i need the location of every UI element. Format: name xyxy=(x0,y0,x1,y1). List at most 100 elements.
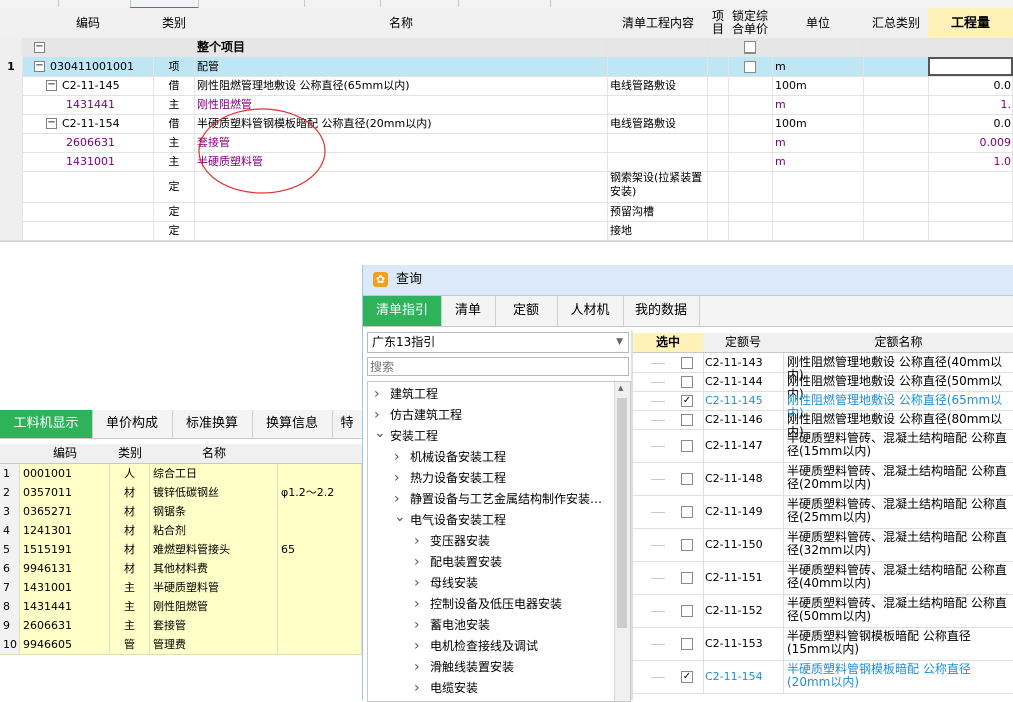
tree-item[interactable]: › 静置设备与工艺金属结构制作安装… xyxy=(394,489,602,510)
grid-row[interactable]: 定 接地 xyxy=(0,221,1013,241)
scrollbar-thumb[interactable] xyxy=(617,398,627,628)
row-lock[interactable] xyxy=(728,152,773,171)
grid-row[interactable]: 1431441 主刚性阻燃管 m 1. xyxy=(0,95,1013,115)
row-quantity[interactable]: 1. xyxy=(928,95,1013,114)
tab-bill[interactable]: 清单 xyxy=(441,296,496,326)
row-lock[interactable] xyxy=(728,57,773,76)
top-tab-4[interactable] xyxy=(236,0,305,7)
tab-labor-material[interactable]: 人材机 xyxy=(557,296,624,326)
chevron-right-icon[interactable]: › xyxy=(414,615,430,636)
row-name[interactable] xyxy=(194,221,608,240)
lock-checkbox[interactable] xyxy=(744,61,756,73)
row-name[interactable]: 整个项目 xyxy=(194,38,608,57)
row-name[interactable] xyxy=(194,202,608,221)
chevron-right-icon[interactable]: › xyxy=(414,594,430,615)
tab-my-data[interactable]: 我的数据 xyxy=(623,296,700,326)
row-lock[interactable] xyxy=(728,221,773,240)
row-code[interactable] xyxy=(22,171,154,202)
bl-header-spec[interactable] xyxy=(278,444,363,464)
row-quantity[interactable]: 0.009 xyxy=(928,133,1013,152)
header-unit[interactable]: 单位 xyxy=(772,8,865,39)
tree-item[interactable]: › 电机检查接线及调试 xyxy=(414,636,538,657)
row-name[interactable]: 刚性阻燃管理地敷设 公称直径(65mm以内) xyxy=(194,76,608,95)
tree-item[interactable]: › 滑触线装置安装 xyxy=(414,657,514,678)
grid-row[interactable]: 整个项目 − xyxy=(0,38,1013,58)
dialog-titlebar[interactable]: ✿ 查询 xyxy=(363,265,1013,296)
tab-price-composition[interactable]: 单价构成 xyxy=(92,410,173,438)
header-selected[interactable]: 选中 xyxy=(633,333,704,353)
material-row[interactable]: 7 1431001 主半硬质塑料管 xyxy=(0,578,362,598)
tree-item[interactable]: › 热力设备安装工程 xyxy=(394,468,506,489)
quota-row[interactable]: C2-11-149 半硬质塑料管砖、混凝土结构暗配 公称直径(25mm以内) xyxy=(633,495,1013,529)
quota-row[interactable]: C2-11-151 半硬质塑料管砖、混凝土结构暗配 公称直径(40mm以内) xyxy=(633,561,1013,595)
select-checkbox[interactable] xyxy=(681,637,693,650)
collapse-toggle-icon[interactable]: − xyxy=(34,42,45,53)
chevron-down-icon[interactable]: ⌄ xyxy=(374,423,390,444)
header-lock-price[interactable]: 锁定综合单价 xyxy=(728,8,773,39)
chevron-right-icon[interactable]: › xyxy=(394,468,410,489)
quota-row[interactable]: ✓ C2-11-154 半硬质塑料管钢模板暗配 公称直径(20mm以内) xyxy=(633,660,1013,694)
tree-item[interactable]: › 电缆安装 xyxy=(414,678,478,699)
top-tab-7[interactable] xyxy=(480,0,551,7)
tree-item[interactable]: › 母线安装 xyxy=(414,573,478,594)
material-row[interactable]: 3 0365271 材钢锯条 xyxy=(0,502,362,522)
collapse-toggle-icon[interactable]: − xyxy=(46,118,57,129)
row-lock[interactable] xyxy=(728,76,773,95)
select-checkbox[interactable] xyxy=(681,571,693,584)
material-row[interactable]: 2 0357011 材镀锌低碳钢丝 φ1.2～2.2 xyxy=(0,483,362,503)
material-row[interactable]: 5 1515191 材难燃塑料管接头 65 xyxy=(0,540,362,560)
tab-conversion-info[interactable]: 换算信息 xyxy=(252,410,333,438)
select-checkbox[interactable] xyxy=(681,375,693,388)
search-input[interactable] xyxy=(367,357,629,376)
row-code[interactable]: 1431001 xyxy=(22,152,154,171)
grid-row[interactable]: 1431001 主半硬质塑料管 m 1.0 xyxy=(0,152,1013,172)
chevron-right-icon[interactable]: › xyxy=(414,552,430,573)
tree-item[interactable]: › 机械设备安装工程 xyxy=(394,447,506,468)
tree-item[interactable]: › 控制设备及低压电器安装 xyxy=(414,594,562,615)
row-code[interactable]: C2-11-145 xyxy=(22,76,154,95)
grid-row[interactable]: 定 钢索架设(拉紧装置安装) xyxy=(0,171,1013,203)
row-code[interactable]: 2606631 xyxy=(22,133,154,152)
row-lock[interactable] xyxy=(728,114,773,133)
grid-row[interactable]: 1 030411001001 项配管 m − xyxy=(0,57,1013,77)
tab-material-display[interactable]: 工料机显示 xyxy=(0,410,93,438)
tab-bill-guide[interactable]: 清单指引 xyxy=(363,296,442,326)
bl-header-type[interactable]: 类别 xyxy=(110,444,151,464)
row-code[interactable]: C2-11-154 xyxy=(22,114,154,133)
row-quantity[interactable]: 0.0 xyxy=(928,114,1013,133)
tree-item[interactable]: › 建筑工程 xyxy=(374,384,438,405)
chevron-right-icon[interactable]: › xyxy=(414,636,430,657)
row-quantity[interactable] xyxy=(928,57,1013,76)
row-quantity[interactable] xyxy=(928,221,1013,240)
bl-header-name[interactable]: 名称 xyxy=(150,444,279,464)
top-tab-1[interactable] xyxy=(0,0,59,7)
quota-row[interactable]: C2-11-148 半硬质塑料管砖、混凝土结构暗配 公称直径(20mm以内) xyxy=(633,462,1013,496)
row-quantity[interactable]: 1.0 xyxy=(928,152,1013,171)
header-project[interactable]: 项目 xyxy=(708,8,729,39)
header-type[interactable]: 类别 xyxy=(154,8,195,39)
chevron-right-icon[interactable]: › xyxy=(374,384,390,405)
select-checkbox[interactable]: ✓ xyxy=(681,394,693,407)
select-checkbox[interactable] xyxy=(681,356,693,369)
tree-scrollbar[interactable]: ▲ xyxy=(614,382,630,701)
grid-row[interactable]: 定 预留沟槽 xyxy=(0,202,1013,222)
material-row[interactable]: 8 1431441 主刚性阻燃管 xyxy=(0,597,362,617)
select-checkbox[interactable] xyxy=(681,505,693,518)
header-name[interactable]: 名称 xyxy=(194,8,609,39)
quota-row[interactable]: C2-11-152 半硬质塑料管砖、混凝土结构暗配 公称直径(50mm以内) xyxy=(633,594,1013,628)
tree-item[interactable]: ⌄ 电气设备安装工程 xyxy=(394,509,506,531)
header-content[interactable]: 清单工程内容 xyxy=(608,8,709,39)
tree-item[interactable]: › 变压器安装 xyxy=(414,531,490,552)
quota-row[interactable]: C2-11-147 半硬质塑料管砖、混凝土结构暗配 公称直径(15mm以内) xyxy=(633,429,1013,463)
chevron-right-icon[interactable]: › xyxy=(414,678,430,699)
select-checkbox[interactable] xyxy=(681,604,693,617)
grid-row[interactable]: C2-11-154 借半硬质塑料管钢模板暗配 公称直径(20mm以内) 电线管路敷设… xyxy=(0,114,1013,134)
chevron-right-icon[interactable]: › xyxy=(394,447,410,468)
quota-row[interactable]: C2-11-146 刚性阻燃管理地敷设 公称直径(80mm以内) xyxy=(633,410,1013,439)
material-row[interactable]: 6 9946131 材其他材料费 xyxy=(0,559,362,579)
collapse-toggle-icon[interactable]: − xyxy=(46,80,57,91)
tree-item[interactable]: › 蓄电池安装 xyxy=(414,615,490,636)
header-quota-name[interactable]: 定额名称 xyxy=(783,333,1013,353)
tab-standard-conversion[interactable]: 标准换算 xyxy=(172,410,253,438)
select-checkbox[interactable] xyxy=(681,472,693,485)
